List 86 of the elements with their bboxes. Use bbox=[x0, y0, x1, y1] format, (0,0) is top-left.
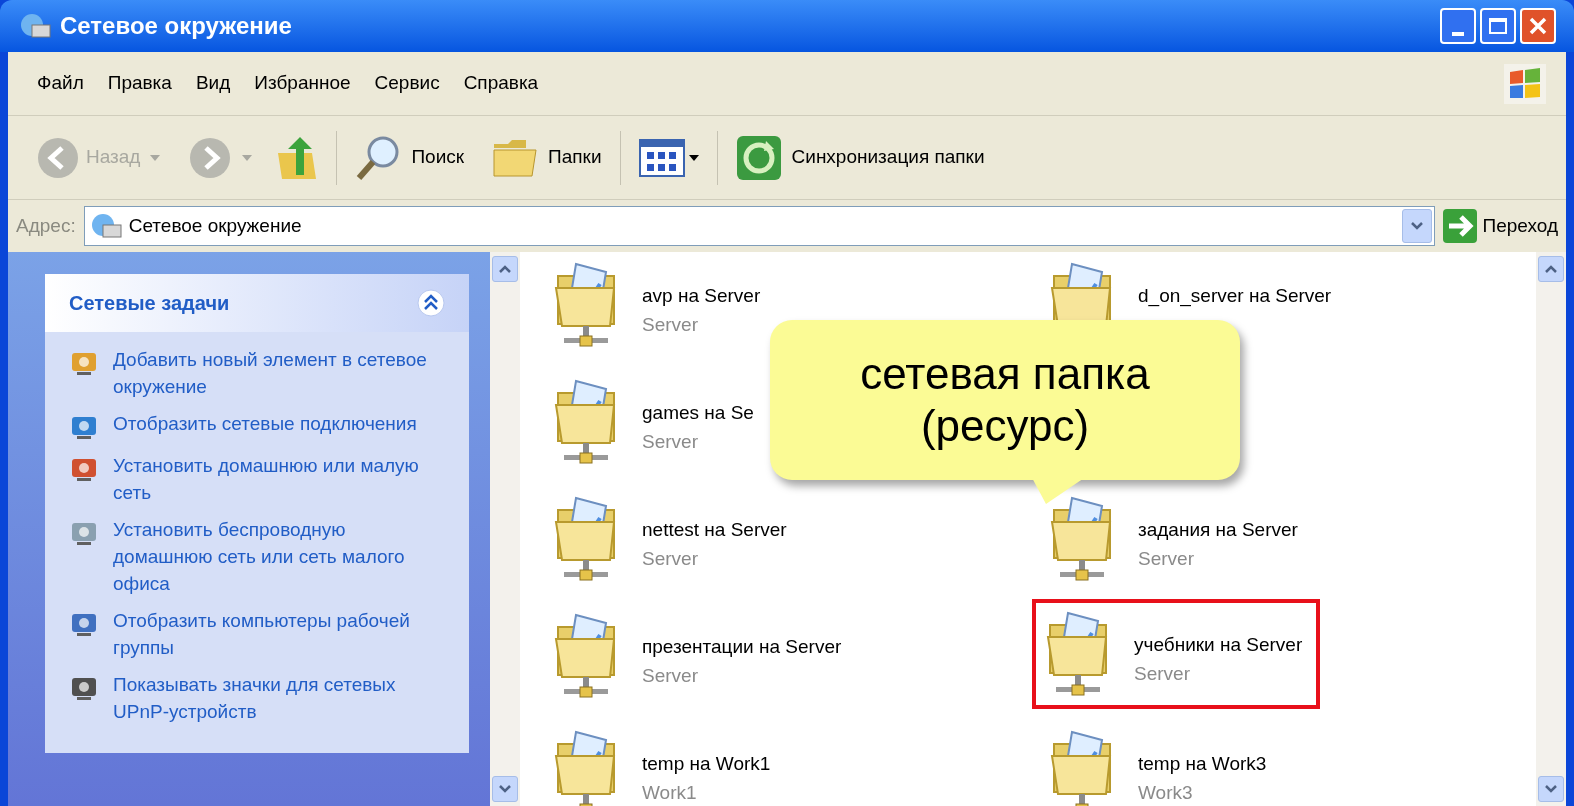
menu-item[interactable]: Справка bbox=[454, 69, 548, 98]
network-folder-icon bbox=[1050, 730, 1114, 806]
share-host: Work3 bbox=[1138, 780, 1194, 805]
menu-item[interactable]: Вид bbox=[186, 69, 240, 98]
share-name: games на Se bbox=[642, 401, 754, 425]
task-link[interactable]: Установить беспроводную домашнюю сеть или сеть малого офиса bbox=[113, 516, 433, 597]
scrollbar[interactable] bbox=[490, 252, 520, 806]
task-panel-header[interactable]: Сетевые задачи bbox=[45, 274, 469, 332]
minimize-icon bbox=[1452, 32, 1464, 36]
sync-button[interactable]: Синхронизация папки bbox=[735, 134, 985, 181]
maximize-button[interactable] bbox=[1480, 8, 1516, 44]
window-title: Сетевое окружение bbox=[60, 11, 293, 41]
address-label: Адрес: bbox=[16, 213, 76, 238]
network-folder-icon bbox=[554, 496, 618, 584]
up-folder-button[interactable] bbox=[276, 134, 319, 181]
network-share-item[interactable]: avp на Server Server bbox=[544, 256, 779, 360]
network-share-item[interactable]: nettest на Server Server bbox=[544, 490, 805, 594]
share-host: Work1 bbox=[642, 780, 698, 805]
close-button[interactable] bbox=[1520, 8, 1556, 44]
network-folder-icon bbox=[554, 730, 618, 806]
address-field[interactable]: Сетевое окружение bbox=[83, 206, 1435, 246]
network-share-item[interactable]: temp на Work1 Work1 bbox=[544, 724, 789, 806]
network-share-item[interactable]: презентации на Server Server bbox=[544, 607, 860, 711]
network-share-item[interactable]: учебники на Server Server bbox=[1032, 599, 1321, 709]
caret-down-icon bbox=[1545, 785, 1557, 793]
task-panel-title: Сетевые задачи bbox=[69, 291, 230, 316]
scroll-down-button[interactable] bbox=[492, 776, 518, 802]
dropdown-caret-icon bbox=[242, 154, 253, 161]
callout-text: (ресурс) bbox=[920, 400, 1090, 452]
share-name: temp на Work1 bbox=[642, 752, 771, 776]
network-folder-icon bbox=[554, 379, 618, 467]
minimize-button[interactable] bbox=[1440, 8, 1476, 44]
network-folder-icon bbox=[554, 613, 618, 701]
share-name: avp на Server bbox=[642, 284, 761, 308]
share-host: Server bbox=[1134, 661, 1191, 686]
network-folder-icon bbox=[1050, 496, 1114, 584]
folder-up-arrow-icon bbox=[276, 134, 319, 181]
scrollbar[interactable] bbox=[1536, 252, 1566, 806]
share-host: Server bbox=[1138, 546, 1195, 571]
sync-icon bbox=[735, 134, 782, 181]
share-host: Server bbox=[642, 546, 699, 571]
caret-down-icon bbox=[499, 785, 511, 793]
address-value: Сетевое окружение bbox=[128, 213, 303, 238]
share-name: temp на Work3 bbox=[1138, 752, 1267, 776]
menu-item[interactable]: Файл bbox=[28, 69, 93, 98]
task-link[interactable]: Показывать значки для сетевых UPnP-устройств bbox=[113, 671, 433, 725]
network-folder-icon bbox=[554, 262, 618, 350]
address-dropdown-button[interactable] bbox=[1401, 209, 1432, 243]
share-name: nettest на Server bbox=[642, 518, 787, 542]
maximize-icon bbox=[1489, 18, 1507, 34]
close-icon bbox=[1529, 17, 1547, 35]
view-grid-icon bbox=[638, 138, 685, 177]
share-name: задания на Server bbox=[1138, 518, 1298, 542]
share-host: Server bbox=[642, 663, 699, 688]
network-share-item[interactable]: задания на Server Server bbox=[1040, 490, 1316, 594]
search-button[interactable]: Поиск bbox=[355, 133, 465, 182]
share-host: Server bbox=[642, 429, 699, 454]
network-folder-icon bbox=[1046, 611, 1110, 699]
task-link[interactable]: Добавить новый элемент в сетевое окружение bbox=[113, 346, 433, 400]
share-name: презентации на Server bbox=[642, 635, 842, 659]
network-share-item[interactable]: temp на Work3 Work3 bbox=[1040, 724, 1285, 806]
task-link[interactable]: Отобразить сетевые подключения bbox=[113, 410, 433, 437]
menu-item[interactable]: Правка bbox=[98, 69, 181, 98]
menu-item[interactable]: Сервис bbox=[365, 69, 449, 98]
windows-flag-icon bbox=[1504, 63, 1546, 104]
caret-down-icon bbox=[1410, 222, 1423, 230]
caret-up-icon bbox=[1545, 265, 1557, 273]
callout-text: сетевая папка bbox=[860, 348, 1150, 400]
task-link[interactable]: Установить домашнюю или малую сеть bbox=[113, 452, 433, 506]
network-share-item[interactable]: games на Se Server bbox=[544, 373, 772, 477]
scroll-up-button[interactable] bbox=[1538, 256, 1564, 282]
share-name: d_on_server на Server bbox=[1138, 284, 1332, 309]
views-button[interactable] bbox=[638, 138, 699, 177]
share-host: Server bbox=[642, 312, 699, 337]
network-globe-icon bbox=[18, 11, 52, 41]
folders-button[interactable]: Папки bbox=[492, 137, 602, 178]
scroll-up-button[interactable] bbox=[492, 256, 518, 282]
caret-up-icon bbox=[499, 265, 511, 273]
collapse-icon[interactable] bbox=[417, 289, 445, 317]
share-name: учебники на Server bbox=[1134, 633, 1303, 657]
dropdown-caret-icon bbox=[688, 154, 699, 161]
dropdown-caret-icon bbox=[150, 154, 161, 161]
task-link[interactable]: Отобразить компьютеры рабочей группы bbox=[113, 607, 433, 661]
scroll-down-button[interactable] bbox=[1538, 776, 1564, 802]
menu-item[interactable]: Избранное bbox=[245, 69, 360, 98]
go-button[interactable]: Переход bbox=[1442, 209, 1558, 243]
